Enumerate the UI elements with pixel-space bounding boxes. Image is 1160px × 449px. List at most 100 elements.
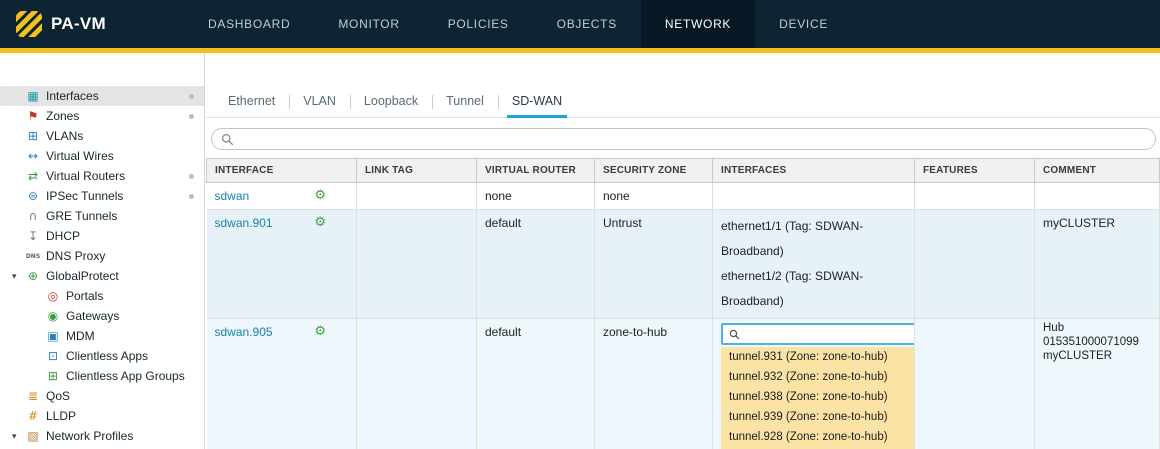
- sidebar-item-label: MDM: [66, 329, 95, 343]
- nav-objects[interactable]: OBJECTS: [533, 0, 641, 48]
- table-row[interactable]: sdwan ⚙ none none: [207, 183, 1160, 210]
- sidebar-item-label: QoS: [46, 389, 70, 403]
- sidebar-item-clientless-apps[interactable]: ⊡ Clientless Apps: [0, 346, 204, 366]
- col-virtual-router[interactable]: VIRTUAL ROUTER: [477, 159, 595, 183]
- virtual-wires-icon: ↔: [25, 149, 41, 163]
- sidebar-item-gre-tunnels[interactable]: ∩ GRE Tunnels: [0, 206, 204, 226]
- tab-ethernet[interactable]: Ethernet: [214, 86, 289, 117]
- logo-text: PA-VM: [51, 14, 106, 34]
- interface-link[interactable]: sdwan.901: [215, 214, 273, 232]
- status-dot: [189, 114, 194, 119]
- network-profiles-icon: ▧: [25, 429, 41, 443]
- dropdown-option[interactable]: tunnel.938 (Zone: zone-to-hub): [721, 387, 917, 407]
- dns-proxy-icon: DNS: [25, 253, 41, 260]
- gre-tunnels-icon: ∩: [25, 209, 41, 223]
- col-interface[interactable]: INTERFACE: [207, 159, 357, 183]
- interfaces-dropdown-input[interactable]: [745, 327, 913, 341]
- sidebar-item-globalprotect[interactable]: ▾ ⊕ GlobalProtect: [0, 266, 204, 286]
- clientless-apps-icon: ⊡: [45, 349, 61, 363]
- sidebar-item-virtual-wires[interactable]: ↔ Virtual Wires: [0, 146, 204, 166]
- ipsec-tunnels-icon: ⊜: [25, 189, 41, 203]
- sidebar-item-network-profiles[interactable]: ▾ ▧ Network Profiles: [0, 426, 204, 446]
- sidebar-item-dns-proxy[interactable]: DNS DNS Proxy: [0, 246, 204, 266]
- tab-vlan[interactable]: VLAN: [289, 86, 350, 117]
- interfaces-dropdown-search[interactable]: [721, 323, 921, 345]
- virtual-routers-icon: ⇄: [25, 169, 41, 183]
- cell-security-zone: zone-to-hub: [595, 319, 713, 449]
- sidebar-item-label: VLANs: [46, 129, 83, 143]
- interface-link[interactable]: sdwan.905: [215, 323, 273, 341]
- sidebar-item-label: Clientless Apps: [66, 349, 148, 363]
- portals-icon: ◎: [45, 289, 61, 303]
- top-header: PA-VM DASHBOARD MONITOR POLICIES OBJECTS…: [0, 0, 1160, 48]
- table-header-row: INTERFACE LINK TAG VIRTUAL ROUTER SECURI…: [207, 159, 1160, 183]
- table-search-input[interactable]: [240, 132, 1146, 146]
- sidebar-item-virtual-routers[interactable]: ⇄ Virtual Routers: [0, 166, 204, 186]
- sidebar-item-label: DNS Proxy: [46, 249, 105, 263]
- cell-virtual-router: default: [477, 319, 595, 449]
- sidebar-item-dhcp[interactable]: ↧ DHCP: [0, 226, 204, 246]
- nav-device[interactable]: DEVICE: [755, 0, 852, 48]
- table-row[interactable]: sdwan.905 ⚙ default zone-to-hub: [207, 319, 1160, 449]
- cell-virtual-router: none: [477, 183, 595, 210]
- status-dot: [189, 94, 194, 99]
- sidebar-item-interfaces[interactable]: ▦ Interfaces: [0, 86, 204, 106]
- sidebar-item-clientless-app-groups[interactable]: ⊞ Clientless App Groups: [0, 366, 204, 386]
- interfaces-dropdown: tunnel.931 (Zone: zone-to-hub) tunnel.93…: [721, 323, 921, 449]
- sidebar-item-gateways[interactable]: ◉ Gateways: [0, 306, 204, 326]
- tab-tunnel[interactable]: Tunnel: [432, 86, 498, 117]
- col-interfaces[interactable]: INTERFACES: [713, 159, 915, 183]
- sidebar-item-mdm[interactable]: ▣ MDM: [0, 326, 204, 346]
- dropdown-option[interactable]: tunnel.932 (Zone: zone-to-hub): [721, 367, 917, 387]
- logo: PA-VM: [0, 0, 122, 48]
- dropdown-option[interactable]: tunnel.939 (Zone: zone-to-hub): [721, 407, 917, 427]
- col-features[interactable]: FEATURES: [915, 159, 1035, 183]
- cell-comment: [1035, 183, 1160, 210]
- search-icon: [221, 133, 234, 146]
- sidebar-item-label: Portals: [66, 289, 103, 303]
- tab-sdwan[interactable]: SD-WAN: [498, 86, 576, 117]
- dhcp-icon: ↧: [25, 229, 41, 243]
- cell-interfaces: [713, 183, 915, 210]
- gear-icon[interactable]: ⚙: [314, 187, 326, 204]
- sidebar-item-zones[interactable]: ⚑ Zones: [0, 106, 204, 126]
- sidebar-item-lldp[interactable]: # LLDP: [0, 406, 204, 426]
- main-nav: DASHBOARD MONITOR POLICIES OBJECTS NETWO…: [184, 0, 852, 48]
- sidebar-item-portals[interactable]: ◎ Portals: [0, 286, 204, 306]
- expand-arrow-icon[interactable]: ▾: [12, 271, 25, 282]
- dropdown-option[interactable]: tunnel.931 (Zone: zone-to-hub): [721, 347, 917, 367]
- interface-link[interactable]: sdwan: [215, 187, 250, 205]
- subtab-bar: Ethernet VLAN Loopback Tunnel SD-WAN: [206, 85, 1160, 118]
- table-row[interactable]: sdwan.901 ⚙ default Untrust ethernet1/1 …: [207, 210, 1160, 319]
- sidebar-item-qos[interactable]: ≣ QoS: [0, 386, 204, 406]
- cell-interfaces: tunnel.931 (Zone: zone-to-hub) tunnel.93…: [713, 319, 915, 449]
- cell-features: [915, 210, 1035, 319]
- nav-network[interactable]: NETWORK: [641, 0, 755, 48]
- gear-icon[interactable]: ⚙: [314, 214, 326, 231]
- col-link-tag[interactable]: LINK TAG: [357, 159, 477, 183]
- table-search[interactable]: [211, 128, 1156, 150]
- col-security-zone[interactable]: SECURITY ZONE: [595, 159, 713, 183]
- sidebar-item-vlans[interactable]: ⊞ VLANs: [0, 126, 204, 146]
- clientless-app-groups-icon: ⊞: [45, 369, 61, 383]
- cell-interface: sdwan.905 ⚙: [207, 319, 357, 449]
- sidebar-item-label: IPSec Tunnels: [46, 189, 123, 203]
- dropdown-option[interactable]: tunnel.928 (Zone: zone-to-hub): [721, 427, 917, 447]
- nav-dashboard[interactable]: DASHBOARD: [184, 0, 314, 48]
- tab-loopback[interactable]: Loopback: [350, 86, 432, 117]
- sidebar-item-label: LLDP: [46, 409, 76, 423]
- lldp-icon: #: [25, 409, 41, 423]
- col-comment[interactable]: COMMENT: [1035, 159, 1160, 183]
- expand-arrow-icon[interactable]: ▾: [12, 431, 25, 442]
- gateways-icon: ◉: [45, 309, 61, 323]
- nav-policies[interactable]: POLICIES: [424, 0, 533, 48]
- gear-icon[interactable]: ⚙: [314, 323, 326, 340]
- sidebar-item-label: DHCP: [46, 229, 80, 243]
- sidebar-item-ipsec-tunnels[interactable]: ⊜ IPSec Tunnels: [0, 186, 204, 206]
- interfaces-dropdown-list: tunnel.931 (Zone: zone-to-hub) tunnel.93…: [721, 347, 917, 449]
- nav-monitor[interactable]: MONITOR: [314, 0, 423, 48]
- vlans-icon: ⊞: [25, 129, 41, 143]
- member-interface: ethernet1/1 (Tag: SDWAN-Broadband): [721, 214, 906, 264]
- cell-link-tag: [357, 183, 477, 210]
- mdm-icon: ▣: [45, 329, 61, 343]
